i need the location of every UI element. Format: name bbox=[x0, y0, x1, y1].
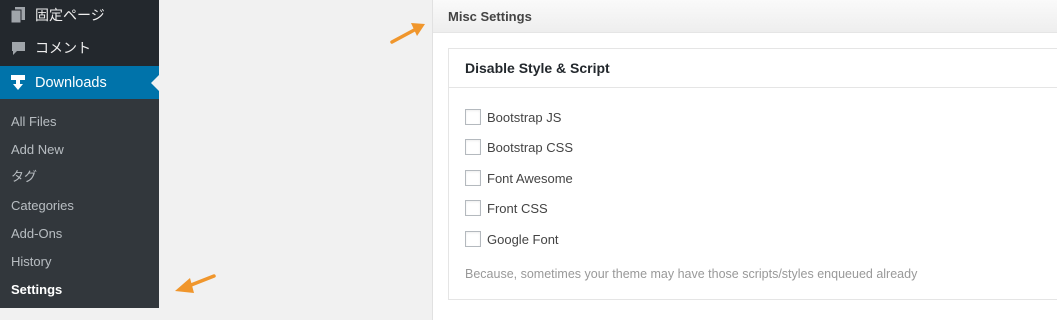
option-bootstrap-js[interactable]: Bootstrap JS bbox=[465, 109, 561, 125]
front-css-checkbox[interactable] bbox=[465, 200, 481, 216]
submenu-item-add-new[interactable]: Add New bbox=[11, 142, 64, 158]
comments-icon bbox=[10, 40, 26, 56]
downloads-submenu: All Files Add New タグ Categories Add-Ons … bbox=[0, 99, 159, 308]
submenu-item-all-files[interactable]: All Files bbox=[11, 114, 57, 130]
menu-item-comments[interactable]: コメント bbox=[0, 31, 159, 65]
google-font-checkbox[interactable] bbox=[465, 231, 481, 247]
download-icon bbox=[10, 74, 26, 91]
option-google-font[interactable]: Google Font bbox=[465, 231, 559, 247]
pages-icon bbox=[10, 7, 26, 23]
menu-item-downloads[interactable]: Downloads bbox=[0, 66, 159, 99]
misc-settings-panel: Misc Settings Disable Style & Script Boo… bbox=[432, 0, 1057, 320]
option-label: Bootstrap JS bbox=[487, 109, 562, 125]
option-front-css[interactable]: Front CSS bbox=[465, 200, 548, 216]
card-title: Disable Style & Script bbox=[449, 49, 1057, 88]
admin-sidebar: 固定ページ コメント Downloads All Files Add New タ… bbox=[0, 0, 159, 308]
submenu-item-add-ons[interactable]: Add-Ons bbox=[11, 226, 62, 242]
option-label: Front CSS bbox=[487, 200, 548, 216]
option-bootstrap-css[interactable]: Bootstrap CSS bbox=[465, 139, 573, 155]
active-menu-pointer bbox=[151, 75, 159, 91]
submenu-item-categories[interactable]: Categories bbox=[11, 198, 74, 214]
option-label: Google Font bbox=[487, 231, 559, 247]
panel-title: Misc Settings bbox=[433, 0, 1057, 33]
option-label: Bootstrap CSS bbox=[487, 139, 573, 155]
menu-item-label: Downloads bbox=[35, 74, 107, 91]
option-label: Font Awesome bbox=[487, 170, 573, 186]
disable-style-script-card: Disable Style & Script Bootstrap JS Boot… bbox=[448, 48, 1057, 300]
annotation-arrow-icon bbox=[175, 274, 216, 293]
bootstrap-css-checkbox[interactable] bbox=[465, 139, 481, 155]
submenu-item-tags[interactable]: タグ bbox=[11, 169, 37, 185]
option-font-awesome[interactable]: Font Awesome bbox=[465, 170, 573, 186]
submenu-item-history[interactable]: History bbox=[11, 254, 51, 270]
annotation-arrow-icon bbox=[390, 23, 425, 44]
font-awesome-checkbox[interactable] bbox=[465, 170, 481, 186]
menu-item-label: コメント bbox=[35, 40, 91, 56]
bootstrap-js-checkbox[interactable] bbox=[465, 109, 481, 125]
submenu-item-settings[interactable]: Settings bbox=[11, 282, 62, 298]
menu-item-pages[interactable]: 固定ページ bbox=[0, 0, 159, 32]
help-note: Because, sometimes your theme may have t… bbox=[465, 267, 918, 281]
menu-item-label: 固定ページ bbox=[35, 7, 105, 23]
